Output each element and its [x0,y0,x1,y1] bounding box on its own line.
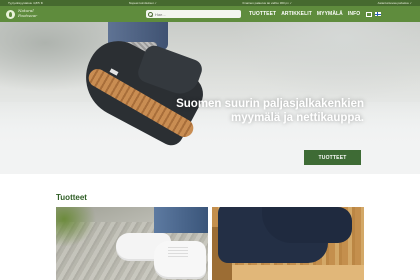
announcement-returns: Ilmainen palautus tai vaihto 360 pv ✓ [242,1,293,5]
hero-headline: Suomen suurin paljasjalkakenkien myymälä… [176,98,364,124]
nav-item-store[interactable]: MYYMÄLÄ [317,11,343,17]
product-card-boots[interactable] [212,207,364,280]
nav-item-products[interactable]: TUOTTEET [249,11,276,17]
logo-line-2: Footwear [18,13,38,18]
search-box[interactable] [146,10,241,18]
logo-icon [6,9,15,19]
announcement-service: Asiantuntevaa palvelua ✓ [377,1,412,5]
nav-item-articles[interactable]: ARTIKKELIT [281,11,312,17]
logo-text: Natural Footwear [18,9,37,18]
announcement-shipping: Nopeat toimitukset ✓ [128,1,157,5]
main-nav: TUOTTEET ARTIKKELIT MYYMÄLÄ INFO [249,11,365,17]
search-icon[interactable] [148,11,153,17]
cart-icon[interactable] [365,11,373,17]
announcement-rating: Tyytyväisyystakuu 4,8/5 ★ [8,1,44,5]
site-logo[interactable]: Natural Footwear [6,6,96,22]
navy-boot-top [262,207,352,243]
site-header: Natural Footwear TUOTTEET ARTIKKELIT MYY… [0,6,420,22]
hero-products-button[interactable]: TUOTTEET [304,150,361,165]
products-section-title: Tuotteet [56,193,87,202]
product-card-sneakers[interactable] [56,207,208,280]
hero-background-right [230,22,420,102]
finnish-flag-icon[interactable] [375,12,382,16]
card-jeans [154,207,208,233]
search-input[interactable] [155,11,235,17]
header-icons [365,11,382,17]
card-grass [56,207,96,247]
card-chair-seat [232,265,364,280]
nav-item-info[interactable]: INFO [348,11,360,17]
sneaker-laces [168,247,188,257]
